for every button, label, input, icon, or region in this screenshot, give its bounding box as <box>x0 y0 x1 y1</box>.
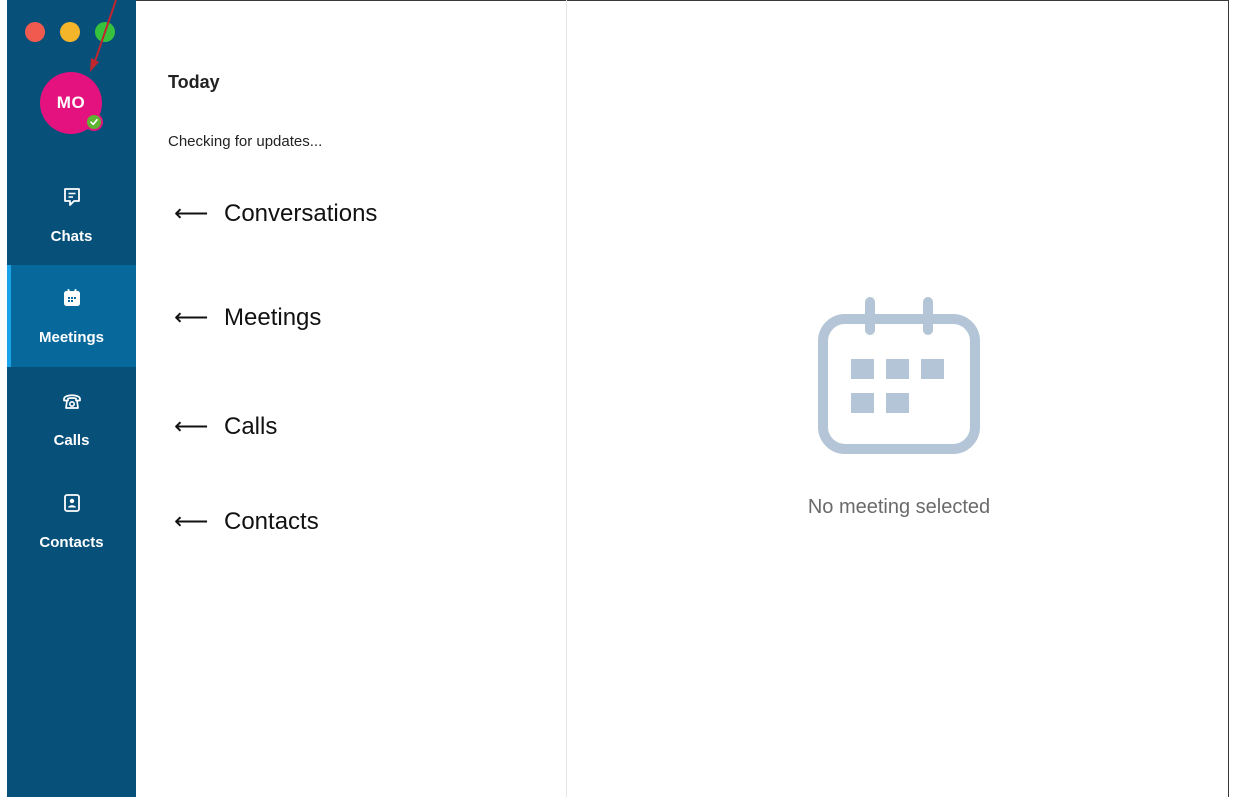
sidebar-item-label: Chats <box>50 228 93 245</box>
calendar-icon <box>63 289 80 306</box>
guide-meetings: ⟵ Meetings <box>174 303 321 332</box>
contacts-icon <box>63 494 80 512</box>
presence-available-icon <box>85 113 103 131</box>
empty-state-message: No meeting selected <box>807 496 991 518</box>
guide-label: Calls <box>224 412 278 440</box>
close-window-button[interactable] <box>25 22 45 42</box>
guide-label: Meetings <box>224 303 322 331</box>
guide-conversations: ⟵ Conversations <box>174 199 377 228</box>
left-arrow-icon: ⟵ <box>174 304 209 331</box>
phone-icon <box>62 394 81 409</box>
left-arrow-icon: ⟵ <box>174 508 209 535</box>
app-window <box>7 0 1229 797</box>
sidebar-item-label: Contacts <box>39 534 104 551</box>
sidebar-item-contacts[interactable]: Contacts <box>7 470 136 572</box>
annotation-arrow <box>90 0 117 72</box>
sidebar-item-label: Calls <box>53 432 90 449</box>
sidebar-item-chats[interactable]: Chats <box>7 164 136 266</box>
avatar-initials: MO <box>56 93 86 112</box>
left-arrow-icon: ⟵ <box>174 413 209 440</box>
sidebar-item-label: Meetings <box>38 329 104 346</box>
left-arrow-icon: ⟵ <box>174 200 209 227</box>
guide-label: Conversations <box>224 199 378 227</box>
chat-icon <box>63 188 80 206</box>
pane-divider <box>566 0 567 797</box>
guide-calls: ⟵ Calls <box>174 412 277 441</box>
minimize-window-button[interactable] <box>60 22 80 42</box>
sidebar: MO Chats Meetings Calls Contacts <box>7 0 136 797</box>
sidebar-item-calls[interactable]: Calls <box>7 368 136 470</box>
guide-label: Contacts <box>224 507 319 535</box>
list-title: Today <box>168 72 220 92</box>
calendar-icon <box>818 297 980 454</box>
guide-contacts: ⟵ Contacts <box>174 507 319 536</box>
sidebar-item-meetings[interactable]: Meetings <box>7 265 136 367</box>
update-status: Checking for updates... <box>168 133 323 150</box>
